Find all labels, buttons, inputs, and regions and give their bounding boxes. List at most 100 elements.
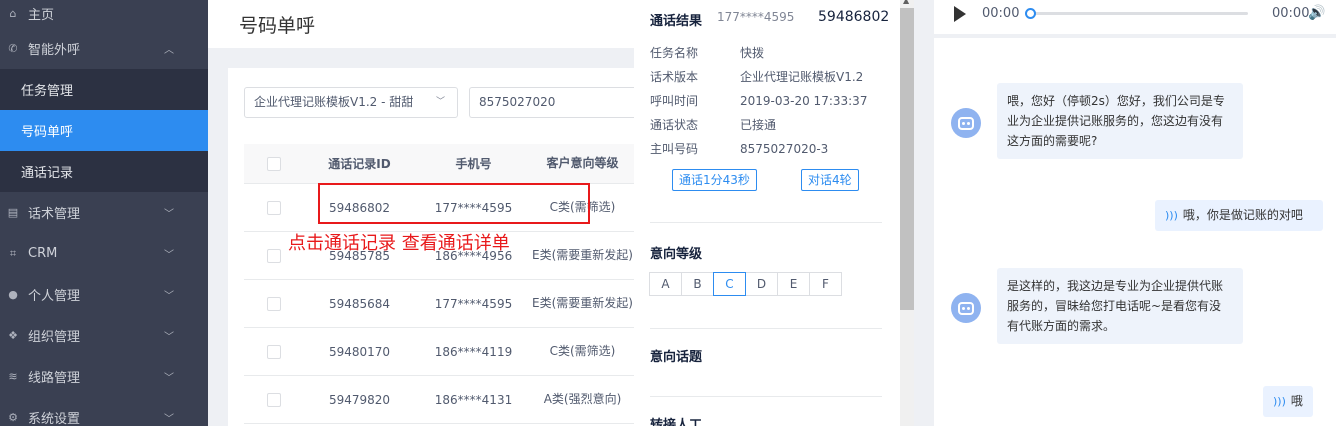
nav-single-call-label: 号码单呼 xyxy=(21,125,74,140)
nav-script-manage[interactable]: ▤ 话术管理 ﹀ xyxy=(0,192,208,233)
scroll-up-icon[interactable]: ▲ xyxy=(903,0,909,5)
volume-icon[interactable]: 🔊 xyxy=(1308,5,1325,21)
crm-icon: ⌗ xyxy=(9,246,17,260)
intent-topic-title: 意向话题 xyxy=(650,350,703,365)
field-key: 通话状态 xyxy=(650,118,699,132)
nav-personal[interactable]: ● 个人管理 ﹀ xyxy=(0,274,208,315)
total-time: 00:00 xyxy=(1272,6,1310,21)
sidebar: ⌂ 主页 ✆ 智能外呼 ︿ 任务管理 号码单呼 通话记录 ▤ 话术管理 ﹀ ⌗ … xyxy=(0,0,208,426)
dialog-rounds-button[interactable]: 对话4轮 xyxy=(801,169,859,191)
voice-wave-icon: ))) xyxy=(1165,209,1178,222)
phone-number: 177****4595 xyxy=(434,200,513,215)
nav-submenu: 任务管理 号码单呼 通话记录 xyxy=(0,69,208,192)
intent-level: C类(需筛选) xyxy=(549,200,616,214)
template-select[interactable]: 企业代理记账模板V1.2 - 甜甜 ﹀ xyxy=(244,87,458,118)
intent-level: E类(需要重新发起) xyxy=(532,248,633,262)
user-message: ))) 哦 xyxy=(1263,386,1313,417)
table-row[interactable]: 59486802 177****4595 C类(需筛选) xyxy=(244,184,634,232)
nav-call-records[interactable]: 通话记录 xyxy=(0,151,208,192)
intent-level: E类(需要重新发起) xyxy=(532,296,633,310)
divider xyxy=(650,328,882,329)
book-icon: ▤ xyxy=(7,206,19,219)
scroll-thumb[interactable] xyxy=(900,8,914,310)
header-phone: 手机号 xyxy=(455,157,492,171)
progress-track[interactable] xyxy=(1025,8,1248,19)
table-row[interactable]: 59480170 186****4119 C类(需筛选) xyxy=(244,328,634,376)
detail-title: 通话结果 xyxy=(650,14,703,29)
nav-route[interactable]: ≋ 线路管理 ﹀ xyxy=(0,356,208,397)
table-row[interactable]: 59485684 177****4595 E类(需要重新发起) xyxy=(244,280,634,328)
select-all-checkbox[interactable] xyxy=(266,156,281,171)
row-checkbox[interactable] xyxy=(266,296,281,311)
chevron-down-icon: ﹀ xyxy=(164,332,174,343)
chevron-down-icon: ﹀ xyxy=(164,414,174,425)
row-checkbox[interactable] xyxy=(266,392,281,407)
nav-crm[interactable]: ⌗ CRM ﹀ xyxy=(0,233,208,274)
nav-smart-call[interactable]: ✆ 智能外呼 ︿ xyxy=(0,28,208,69)
header-intent: 客户意向等级 xyxy=(546,156,619,170)
template-select-value: 企业代理记账模板V1.2 - 甜甜 xyxy=(254,95,414,109)
bot-message: 是这样的，我这边是专业为企业提供代账服务的，冒昧给您打电话呢~是看您有没有代账方… xyxy=(997,268,1243,344)
bot-avatar xyxy=(951,293,981,323)
detail-phone: 177****4595 xyxy=(717,10,795,24)
grade-d[interactable]: D xyxy=(745,272,778,296)
call-duration-button[interactable]: 通话1分43秒 xyxy=(672,169,757,191)
detail-scrollbar[interactable]: ▲ xyxy=(900,0,914,426)
field-key: 话术版本 xyxy=(650,70,699,84)
call-records-table: 通话记录ID 手机号 客户意向等级 59486802 177****4595 C… xyxy=(244,144,634,424)
voice-wave-icon: ))) xyxy=(1273,395,1286,408)
nav-org-label: 组织管理 xyxy=(28,330,81,345)
row-checkbox[interactable] xyxy=(266,248,281,263)
play-icon[interactable] xyxy=(954,6,966,22)
nav-task-manage[interactable]: 任务管理 xyxy=(0,69,208,110)
user-message-text: 哦 xyxy=(1290,394,1303,408)
bot-avatar xyxy=(951,108,981,138)
nav-smart-call-label: 智能外呼 xyxy=(28,43,81,58)
record-id[interactable]: 59485684 xyxy=(303,297,416,311)
progress-knob[interactable] xyxy=(1025,8,1036,19)
phone-number: 186****4131 xyxy=(434,392,513,407)
user-message-text: 哦，你是做记账的对吧 xyxy=(1182,208,1303,222)
robot-icon xyxy=(958,301,974,315)
panel-gap xyxy=(914,0,934,426)
grade-a[interactable]: A xyxy=(649,272,682,296)
detail-record-id: 59486802 xyxy=(818,9,890,25)
record-id[interactable]: 59479820 xyxy=(303,393,416,407)
detail-field: 任务名称 快拨 xyxy=(650,44,764,61)
divider xyxy=(650,222,882,223)
home-icon: ⌂ xyxy=(9,6,17,20)
grade-c[interactable]: C xyxy=(713,272,746,296)
detail-field: 话术版本 企业代理记账模板V1.2 xyxy=(650,68,863,85)
page-header: 号码单呼 xyxy=(208,0,634,48)
current-time: 00:00 xyxy=(982,6,1020,21)
nav-personal-label: 个人管理 xyxy=(28,289,81,304)
nav-home[interactable]: ⌂ 主页 xyxy=(0,0,208,28)
nav-single-call[interactable]: 号码单呼 xyxy=(0,110,208,151)
field-key: 呼叫时间 xyxy=(650,94,699,108)
nav-route-label: 线路管理 xyxy=(28,371,81,386)
grade-f[interactable]: F xyxy=(809,272,842,296)
detail-field: 主叫号码 8575027020-3 xyxy=(650,140,828,157)
table-row[interactable]: 59479820 186****4131 A类(强烈意向) xyxy=(244,376,634,424)
row-checkbox[interactable] xyxy=(266,344,281,359)
grade-b[interactable]: B xyxy=(681,272,714,296)
record-id[interactable]: 59480170 xyxy=(303,345,416,359)
phone-icon: ✆ xyxy=(8,42,18,55)
bot-message: 喂，您好（停顿2s）您好，我们公司是专业为企业提供记账服务的，您这边有没有这方面… xyxy=(997,83,1243,159)
header-record-id: 通话记录ID xyxy=(328,157,391,171)
grade-e[interactable]: E xyxy=(777,272,810,296)
nav-settings[interactable]: ⚙ 系统设置 ﹀ xyxy=(0,397,208,426)
intent-level: A类(强烈意向) xyxy=(543,392,622,406)
record-id[interactable]: 59486802 xyxy=(303,201,416,215)
chevron-down-icon: ﹀ xyxy=(164,250,174,261)
nav-crm-label: CRM xyxy=(28,246,58,261)
detail-field: 通话状态 已接通 xyxy=(650,116,776,133)
row-checkbox[interactable] xyxy=(266,200,281,215)
route-icon: ≋ xyxy=(8,370,18,383)
chevron-down-icon: ﹀ xyxy=(164,209,174,220)
phone-input[interactable]: 8575027020 xyxy=(469,87,639,118)
robot-icon xyxy=(958,116,974,130)
phone-number: 186****4119 xyxy=(434,344,513,359)
user-message: ))) 哦，你是做记账的对吧 xyxy=(1155,200,1323,231)
nav-org[interactable]: ❖ 组织管理 ﹀ xyxy=(0,315,208,356)
